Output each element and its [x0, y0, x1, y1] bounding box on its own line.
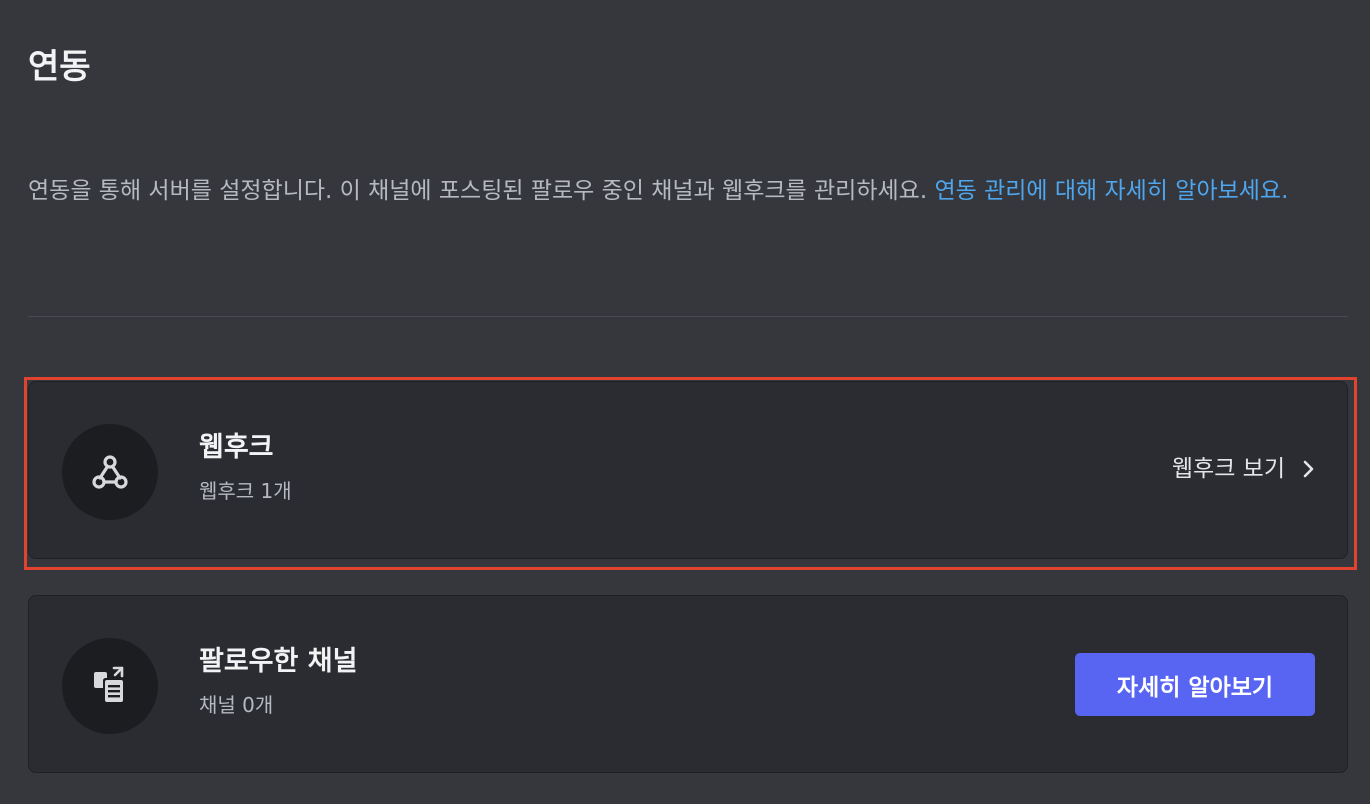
webhooks-card[interactable]: 웹후크 웹후크 1개 웹후크 보기: [28, 381, 1348, 559]
webhooks-count: 웹후크 1개: [199, 479, 292, 503]
view-webhooks-label: 웹후크 보기: [1171, 456, 1285, 482]
followed-channels-title: 팔로우한 채널: [199, 646, 358, 677]
followed-channels-card-text: 팔로우한 채널 채널 0개: [199, 644, 357, 718]
webhooks-title: 웹후크: [199, 432, 274, 463]
webhooks-card-text: 웹후크 웹후크 1개: [199, 430, 292, 504]
description-text: 연동을 통해 서버를 설정합니다. 이 채널에 포스팅된 팔로우 중인 채널과 …: [28, 178, 935, 204]
followed-channels-count: 채널 0개: [199, 693, 274, 717]
followed-channels-card: 팔로우한 채널 채널 0개 자세히 알아보기: [28, 595, 1348, 773]
view-webhooks-link[interactable]: 웹후크 보기: [1172, 452, 1315, 486]
followed-channels-icon: [62, 638, 158, 734]
integrations-description: 연동을 통해 서버를 설정합니다. 이 채널에 포스팅된 팔로우 중인 채널과 …: [28, 170, 1338, 212]
webhook-icon: [62, 424, 158, 520]
integrations-page: 연동 연동을 통해 서버를 설정합니다. 이 채널에 포스팅된 팔로우 중인 채…: [0, 0, 1370, 804]
chevron-right-icon: [1301, 459, 1315, 479]
section-divider: [28, 316, 1348, 317]
page-title: 연동: [28, 47, 91, 87]
learn-more-link[interactable]: 연동 관리에 대해 자세히 알아보세요.: [934, 178, 1288, 204]
learn-more-button[interactable]: 자세히 알아보기: [1075, 653, 1315, 716]
